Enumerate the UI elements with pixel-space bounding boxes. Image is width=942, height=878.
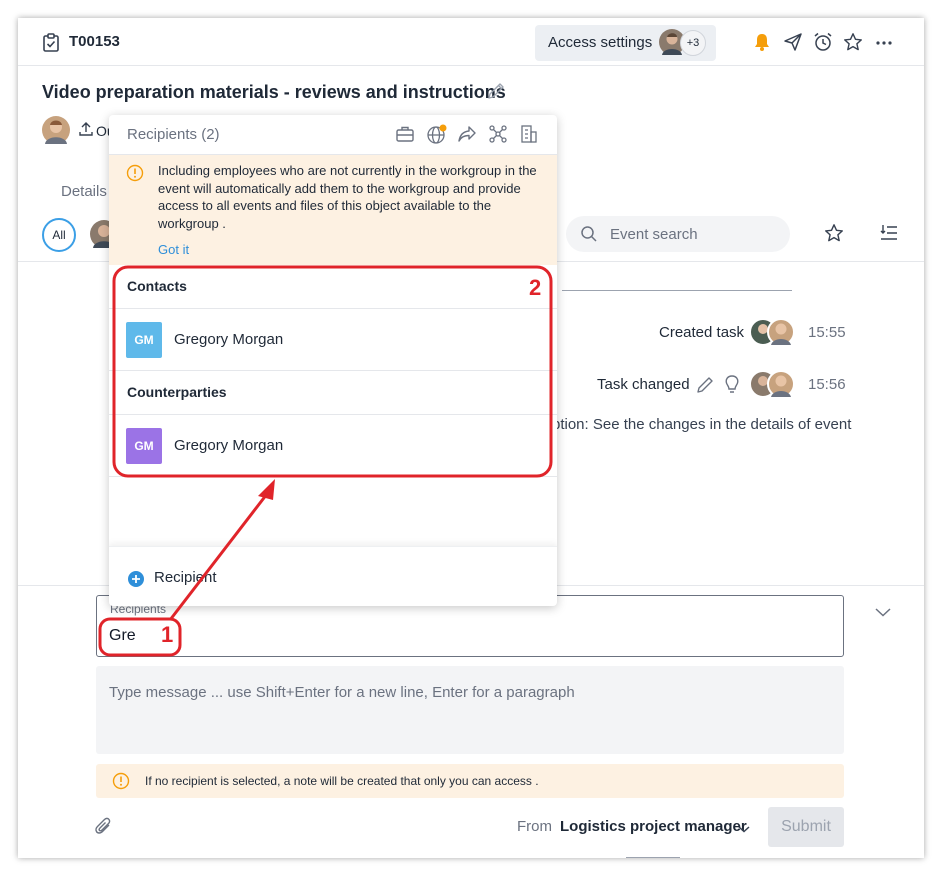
- annotation-box-2: [112, 265, 553, 478]
- annotation-arrow: [168, 489, 272, 621]
- annotation-arrowhead: [258, 479, 275, 500]
- annotation-marker-2: 2: [529, 275, 542, 300]
- annotation-overlay: [98, 265, 553, 657]
- annotation-marker-1: 1: [161, 622, 174, 647]
- task-window: T00153 Access settings +3 Video preparat…: [18, 18, 924, 858]
